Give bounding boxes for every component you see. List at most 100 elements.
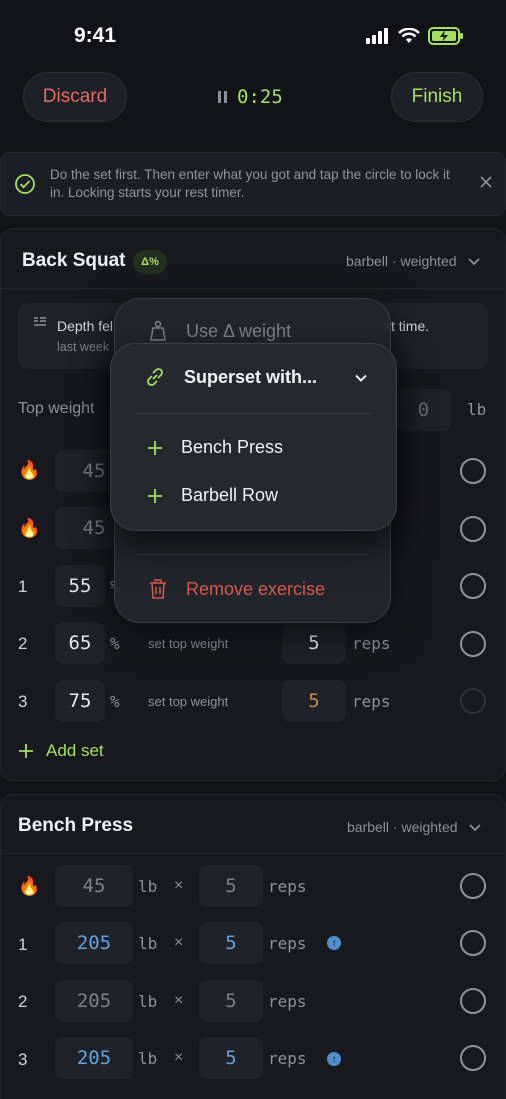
chevron-down-icon[interactable]: [468, 820, 482, 834]
warmup-flame-icon: 🔥: [18, 460, 41, 480]
set-top-weight-hint[interactable]: set top weight: [148, 694, 228, 709]
chevron-down-icon[interactable]: [354, 371, 368, 385]
reps-input[interactable]: 5: [199, 865, 263, 907]
set-top-weight-hint[interactable]: set top weight: [148, 636, 228, 651]
reps-input[interactable]: 5: [199, 922, 263, 964]
exercise-title[interactable]: Bench Press: [18, 815, 133, 837]
weight-unit: lb: [138, 934, 158, 953]
set-complete-toggle[interactable]: [460, 873, 486, 899]
plus-icon: [148, 440, 162, 455]
menu-item-use-delta-weight[interactable]: Use Δ weight: [148, 320, 291, 342]
reps-label: reps: [268, 992, 307, 1011]
reps-label: reps: [352, 692, 391, 711]
wifi-icon: [398, 28, 420, 43]
superset-option-label: Barbell Row: [181, 485, 279, 505]
warmup-flame-icon: 🔥: [18, 518, 41, 538]
set-complete-toggle[interactable]: [460, 988, 486, 1014]
reps-input[interactable]: 5: [282, 680, 346, 722]
chevron-down-icon[interactable]: [467, 254, 481, 268]
plus-icon: [148, 488, 162, 503]
set-complete-toggle[interactable]: [460, 930, 486, 956]
superset-header[interactable]: Superset with...: [144, 366, 317, 388]
menu-divider: [138, 554, 368, 555]
signal-icon: [366, 28, 388, 44]
top-weight-unit: lb: [467, 400, 487, 419]
superset-option-label: Bench Press: [181, 437, 284, 457]
delta-percent-badge[interactable]: Δ%: [133, 250, 167, 274]
reps-label: reps: [268, 934, 307, 953]
status-icons: [366, 27, 464, 45]
note-icon: [34, 317, 46, 326]
set-complete-toggle[interactable]: [460, 458, 486, 484]
trash-icon: [150, 579, 166, 599]
add-set-button[interactable]: Add set: [18, 741, 104, 761]
progression-up-icon[interactable]: ↑: [327, 936, 341, 950]
set-number: 2: [18, 992, 28, 1011]
plus-icon: [19, 744, 33, 758]
exercise-title[interactable]: Back Squat: [22, 250, 125, 272]
set-number: 3: [18, 1050, 28, 1069]
battery-charging-icon: [428, 27, 463, 45]
note-subtext: last week: [57, 340, 110, 354]
top-weight-label: Top weight: [18, 400, 95, 417]
top-weight-input[interactable]: 0: [396, 389, 451, 431]
set-complete-toggle[interactable]: [460, 1045, 486, 1071]
finish-button[interactable]: Finish: [391, 72, 483, 122]
reps-label: reps: [268, 1049, 307, 1068]
weight-input[interactable]: 205: [55, 922, 133, 964]
menu-item-label: Remove exercise: [186, 578, 326, 599]
set-percent-input[interactable]: 65: [55, 622, 105, 664]
banner-text: Do the set first. Then enter what you go…: [50, 167, 450, 200]
weight-icon: [150, 320, 166, 341]
times-sign: ×: [174, 877, 184, 894]
weight-input[interactable]: 205: [55, 980, 133, 1022]
equipment-label: barbell · weighted: [346, 253, 457, 269]
exercise-meta[interactable]: barbell · weighted: [346, 253, 481, 269]
divider: [0, 853, 506, 854]
set-number: 1: [18, 935, 28, 954]
add-set-label: Add set: [46, 741, 104, 760]
set-number: 1: [18, 577, 28, 596]
set-complete-toggle[interactable]: [460, 631, 486, 657]
menu-divider: [136, 413, 370, 414]
reps-label: reps: [268, 877, 307, 896]
times-sign: ×: [174, 992, 184, 1009]
workout-timer[interactable]: 0:25: [218, 86, 283, 108]
menu-item-remove-exercise[interactable]: Remove exercise: [148, 578, 325, 600]
set-percent-input[interactable]: 55: [55, 565, 105, 607]
set-complete-toggle[interactable]: [460, 688, 486, 714]
note-text: Depth fel: [57, 318, 114, 334]
set-number: 2: [18, 634, 28, 653]
percent-unit: %: [110, 634, 120, 653]
times-sign: ×: [174, 1049, 184, 1066]
weight-unit: lb: [138, 992, 158, 1011]
close-icon[interactable]: [478, 174, 494, 190]
menu-item-label: Use Δ weight: [186, 320, 292, 341]
superset-option-bench-press[interactable]: Bench Press: [147, 437, 283, 458]
times-sign: ×: [174, 934, 184, 951]
reps-input[interactable]: 5: [282, 622, 346, 664]
set-percent-input[interactable]: 75: [55, 680, 105, 722]
reps-label: reps: [352, 634, 391, 653]
percent-unit: %: [110, 692, 120, 711]
set-complete-toggle[interactable]: [460, 573, 486, 599]
discard-button[interactable]: Discard: [23, 72, 127, 122]
exercise-meta[interactable]: barbell · weighted: [347, 819, 482, 835]
progression-up-icon[interactable]: ↑: [327, 1052, 341, 1066]
weight-unit: lb: [138, 877, 158, 896]
reps-input[interactable]: 5: [199, 980, 263, 1022]
superset-option-barbell-row[interactable]: Barbell Row: [147, 485, 278, 506]
set-complete-toggle[interactable]: [460, 516, 486, 542]
divider: [0, 288, 506, 289]
timer-value: 0:25: [237, 86, 283, 108]
weight-unit: lb: [138, 1049, 158, 1068]
link-icon: [147, 368, 163, 386]
reps-input[interactable]: 5: [199, 1037, 263, 1079]
weight-input[interactable]: 45: [55, 865, 133, 907]
pause-icon[interactable]: [218, 91, 227, 103]
equipment-label: barbell · weighted: [347, 819, 458, 835]
check-circle-icon: [15, 174, 35, 194]
weight-input[interactable]: 205: [55, 1037, 133, 1079]
warmup-flame-icon: 🔥: [18, 876, 41, 896]
superset-label: Superset with...: [184, 366, 318, 387]
